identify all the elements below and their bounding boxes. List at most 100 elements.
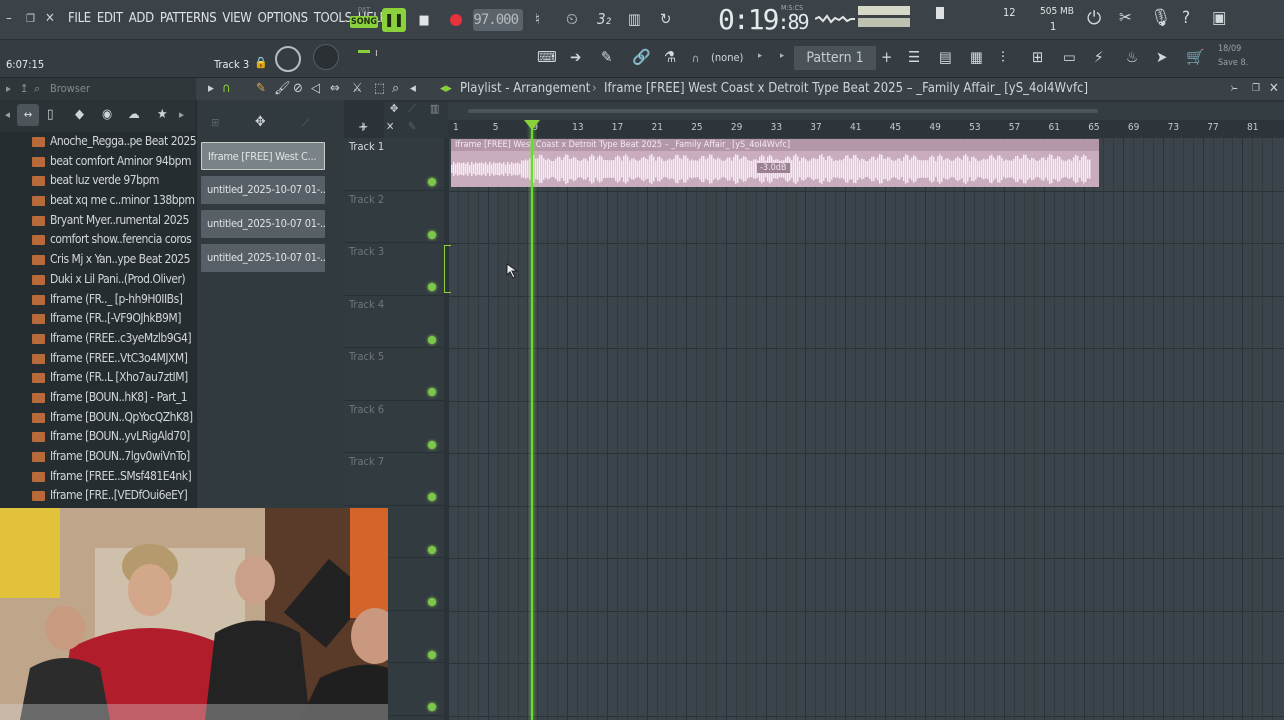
menu-view[interactable]: VIEW bbox=[222, 11, 252, 26]
browser-item[interactable]: Bryant Myer..rumental 2025 bbox=[0, 211, 196, 231]
browser-item[interactable]: comfort show..ferencia coros bbox=[0, 230, 196, 250]
track-edit-icon[interactable]: ✎ bbox=[408, 120, 416, 133]
menu-patterns[interactable]: PATTERNS bbox=[160, 11, 217, 26]
master-volume-knob[interactable] bbox=[275, 46, 301, 72]
audio-clip[interactable]: Iframe [FREE] West Coast x Detroit Type … bbox=[451, 139, 1099, 187]
pencil-icon[interactable]: ✎ bbox=[601, 48, 612, 66]
track-close-icon[interactable]: ✕ bbox=[386, 120, 394, 133]
typing-keyboard-icon[interactable]: ⌨ bbox=[537, 48, 556, 66]
browser-item[interactable]: Cris Mj x Yan..ype Beat 2025 bbox=[0, 250, 196, 270]
playlist-minimize-icon[interactable]: – bbox=[1232, 78, 1238, 100]
clip-source-item[interactable]: untitled_2025-10-07 01-... bbox=[201, 176, 325, 204]
record-button[interactable] bbox=[444, 8, 468, 32]
playlist-loop-icon[interactable]: ∩ bbox=[222, 78, 231, 100]
menu-options[interactable]: OPTIONS bbox=[258, 11, 308, 26]
shop-cart-icon[interactable]: 🛒 bbox=[1186, 48, 1205, 66]
favorites-tab-icon[interactable]: ★ bbox=[157, 107, 168, 122]
browser-item[interactable]: Iframe (FR.._ [p-hh9H0IIBs] bbox=[0, 290, 196, 310]
plugin-tab-icon[interactable]: ◆ bbox=[75, 107, 84, 122]
slice-tool-icon[interactable]: ⚔ bbox=[352, 78, 363, 100]
track-mute-led[interactable] bbox=[428, 493, 436, 501]
clip-pane-slash-icon[interactable]: ⟋ bbox=[302, 116, 310, 130]
browser-item[interactable]: beat xq me c..minor 138bpm bbox=[0, 191, 196, 211]
draw-tool-icon[interactable]: ✎ bbox=[256, 78, 266, 100]
browser-item[interactable]: Iframe (FREE..VtC3o4MJXM] bbox=[0, 349, 196, 369]
clip-pane-toggle-icon[interactable]: ⊞ bbox=[211, 116, 219, 129]
clip-source-item[interactable]: Iframe [FREE] West C... bbox=[201, 142, 325, 170]
track-header[interactable]: Track 2 bbox=[344, 191, 444, 243]
playlist-play-icon[interactable]: ▸ bbox=[208, 78, 214, 100]
power-icon[interactable]: ⏻ bbox=[1087, 8, 1101, 29]
browser-item[interactable]: beat comfort Aminor 94bpm bbox=[0, 152, 196, 172]
track-mute-led[interactable] bbox=[428, 335, 436, 344]
track-mute-led[interactable] bbox=[428, 703, 436, 711]
track-header[interactable]: Track 6 bbox=[344, 401, 444, 453]
paint-tool-icon[interactable]: 🖌 bbox=[274, 78, 291, 100]
playlist-scrollbar[interactable] bbox=[448, 102, 1284, 120]
track-header[interactable]: Track 4 bbox=[344, 296, 444, 348]
browser-item[interactable]: Iframe [FREE..SMsf481E4nk] bbox=[0, 467, 196, 487]
files-tab-icon[interactable]: ▯ bbox=[47, 107, 53, 122]
channel-rack-icon[interactable]: ▦ bbox=[970, 48, 983, 66]
clip-pane-move-icon[interactable]: ✥ bbox=[255, 114, 266, 130]
track-header[interactable]: Track 7 bbox=[344, 453, 444, 506]
browser-item[interactable]: beat luz verde 97bpm bbox=[0, 171, 196, 191]
save-icon[interactable]: ▣ bbox=[1212, 8, 1226, 28]
browser-item[interactable]: Iframe [FRE..[VEDfOui6eEY] bbox=[0, 486, 196, 506]
browser-item[interactable]: Duki x Lil Pani..(Prod.Oliver) bbox=[0, 270, 196, 290]
playlist-add-icon[interactable]: + bbox=[358, 120, 368, 135]
browser-search-icon[interactable]: ⌕ bbox=[34, 78, 40, 100]
tempo-tapper-icon[interactable]: ⊞ bbox=[1032, 48, 1043, 66]
playlist-slash-icon[interactable]: ⟋ bbox=[408, 102, 416, 116]
browser-item[interactable]: Iframe [BOUN..QpYocQZhK8] bbox=[0, 408, 196, 428]
wait-input-icon[interactable]: ⏲ bbox=[566, 10, 578, 28]
scrollbar-thumb[interactable] bbox=[468, 109, 1098, 113]
loop-record-icon[interactable]: ↻ bbox=[660, 10, 671, 28]
playback-tool-icon[interactable]: ◂ bbox=[410, 78, 416, 100]
track-header[interactable]: Track 5 bbox=[344, 348, 444, 401]
menu-edit[interactable]: EDIT bbox=[97, 11, 123, 26]
piano-roll-icon[interactable]: ▤ bbox=[939, 48, 952, 66]
add-pattern-icon[interactable]: + bbox=[881, 48, 892, 66]
clip-source-item[interactable]: untitled_2025-10-07 01-... bbox=[201, 244, 325, 272]
zoom-tool-icon[interactable]: ⌕ bbox=[392, 78, 399, 100]
track-header[interactable]: Track 1 bbox=[344, 138, 444, 191]
pattern-prev-icon[interactable]: ▸ bbox=[780, 51, 784, 61]
track-mute-led[interactable] bbox=[428, 230, 436, 239]
playlist-close-icon[interactable]: ✕ bbox=[1269, 78, 1279, 100]
menu-add[interactable]: ADD bbox=[129, 11, 154, 26]
cpu-slider[interactable] bbox=[936, 7, 944, 19]
minimize-icon[interactable]: – bbox=[6, 11, 12, 27]
playlist-grid[interactable] bbox=[448, 138, 1284, 720]
chevron-right-icon[interactable]: ▸ bbox=[758, 51, 762, 61]
channel-target[interactable]: (none) bbox=[711, 51, 743, 64]
browser-item[interactable]: Iframe (FR..[-VF9OJhkB9M] bbox=[0, 309, 196, 329]
link-icon[interactable]: 🔗 bbox=[632, 48, 651, 66]
track-mute-led[interactable] bbox=[428, 440, 436, 449]
menu-tools[interactable]: TOOLS bbox=[314, 11, 352, 26]
playlist-arrow-icon[interactable]: ◂▸ bbox=[440, 78, 452, 100]
playlist-snap-icon[interactable]: ▥ bbox=[430, 102, 439, 115]
magnet-icon[interactable]: ∩ bbox=[692, 52, 699, 65]
browser-item[interactable]: Iframe (FREE..c3yeMzlb9G4] bbox=[0, 329, 196, 349]
track-mute-led[interactable] bbox=[428, 650, 436, 659]
stamp-icon[interactable]: ⚗ bbox=[664, 48, 676, 66]
track-mute-led[interactable] bbox=[428, 545, 436, 554]
browser-item[interactable]: Anoche_Regga..pe Beat 2025 bbox=[0, 132, 196, 152]
browser-item[interactable]: Iframe (FR..L [Xho7au7ztIM] bbox=[0, 368, 196, 388]
step-edit-icon[interactable]: ▥ bbox=[628, 10, 641, 28]
pat-song-toggle[interactable]: PAT SONG bbox=[350, 6, 378, 34]
playlist-icon[interactable]: ☰ bbox=[908, 48, 920, 66]
arrow-right-icon[interactable]: ➔ bbox=[570, 48, 581, 66]
playlist-move-icon[interactable]: ✥ bbox=[390, 102, 398, 115]
mixer-icon[interactable]: ⫶ bbox=[1001, 48, 1005, 66]
browser-item[interactable]: Iframe [BOUN..hK8] - Part_1 bbox=[0, 388, 196, 408]
browser-item[interactable]: Iframe [BOUN..7lgv0wiVnTo] bbox=[0, 447, 196, 467]
browser-back-icon[interactable]: ◂ bbox=[5, 108, 10, 121]
metronome-icon[interactable]: ♮ bbox=[535, 10, 540, 28]
microphone-icon[interactable]: 🎙 bbox=[1150, 8, 1172, 28]
track-mute-led[interactable] bbox=[428, 388, 436, 396]
help-icon[interactable]: ? bbox=[1182, 8, 1190, 28]
slip-tool-icon[interactable]: ⇔ bbox=[330, 78, 340, 100]
browser-file-icon[interactable]: ▭ bbox=[1063, 48, 1076, 66]
